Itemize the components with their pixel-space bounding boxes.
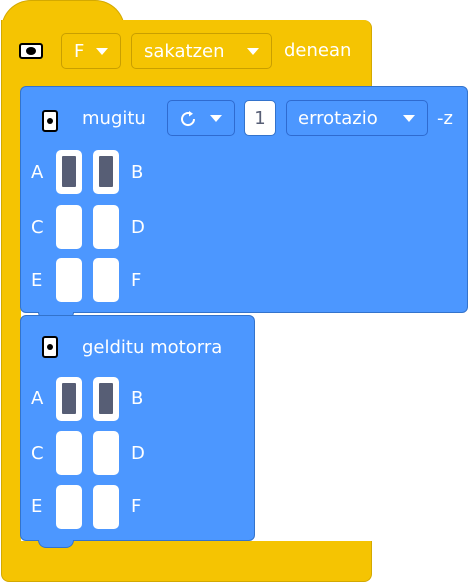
unit-dropdown[interactable]: errotazio — [286, 100, 428, 136]
move-label: mugitu — [82, 108, 146, 129]
port-b-toggle[interactable] — [93, 377, 119, 421]
port-e-toggle[interactable] — [56, 258, 82, 302]
action-dropdown-value: sakatzen — [144, 41, 225, 62]
button-dropdown[interactable]: F — [61, 33, 121, 69]
chevron-down-icon — [210, 115, 222, 122]
port-f-toggle[interactable] — [93, 485, 119, 529]
port-d-toggle[interactable] — [93, 205, 119, 249]
port-label-c: C — [31, 443, 44, 464]
port-label-e: E — [31, 270, 43, 291]
rotate-clockwise-icon — [181, 111, 196, 127]
port-label-b: B — [131, 388, 144, 409]
port-label-e: E — [31, 496, 43, 517]
chevron-down-icon — [247, 48, 259, 55]
port-e-toggle[interactable] — [56, 485, 82, 529]
button-dropdown-value: F — [74, 41, 85, 62]
event-c-arm[interactable] — [1, 80, 21, 550]
port-f-toggle[interactable] — [93, 258, 119, 302]
port-c-toggle[interactable] — [56, 431, 82, 475]
amount-input[interactable]: 1 — [244, 100, 276, 136]
port-label-a: A — [31, 388, 44, 409]
stop-label: gelditu motorra — [82, 337, 223, 358]
port-d-toggle[interactable] — [93, 431, 119, 475]
port-label-f: F — [131, 270, 142, 291]
port-label-a: A — [31, 162, 44, 183]
port-c-toggle[interactable] — [56, 205, 82, 249]
hub-icon — [19, 43, 43, 59]
direction-dropdown[interactable] — [167, 100, 235, 136]
port-label-d: D — [131, 217, 145, 238]
unit-dropdown-value: errotazio — [298, 108, 378, 129]
motor-icon — [42, 336, 58, 358]
port-label-b: B — [131, 162, 144, 183]
port-a-toggle[interactable] — [56, 377, 82, 421]
action-dropdown[interactable]: sakatzen — [131, 33, 272, 69]
chevron-down-icon — [96, 48, 108, 55]
port-label-d: D — [131, 443, 145, 464]
stop-block-notch — [38, 540, 74, 548]
port-label-c: C — [31, 217, 44, 238]
port-b-toggle[interactable] — [93, 150, 119, 194]
port-label-f: F — [131, 496, 142, 517]
unit-suffix-label: -z — [437, 108, 453, 129]
event-suffix-label: denean — [284, 40, 352, 61]
motor-icon — [42, 110, 58, 132]
port-a-toggle[interactable] — [56, 150, 82, 194]
chevron-down-icon — [403, 115, 415, 122]
